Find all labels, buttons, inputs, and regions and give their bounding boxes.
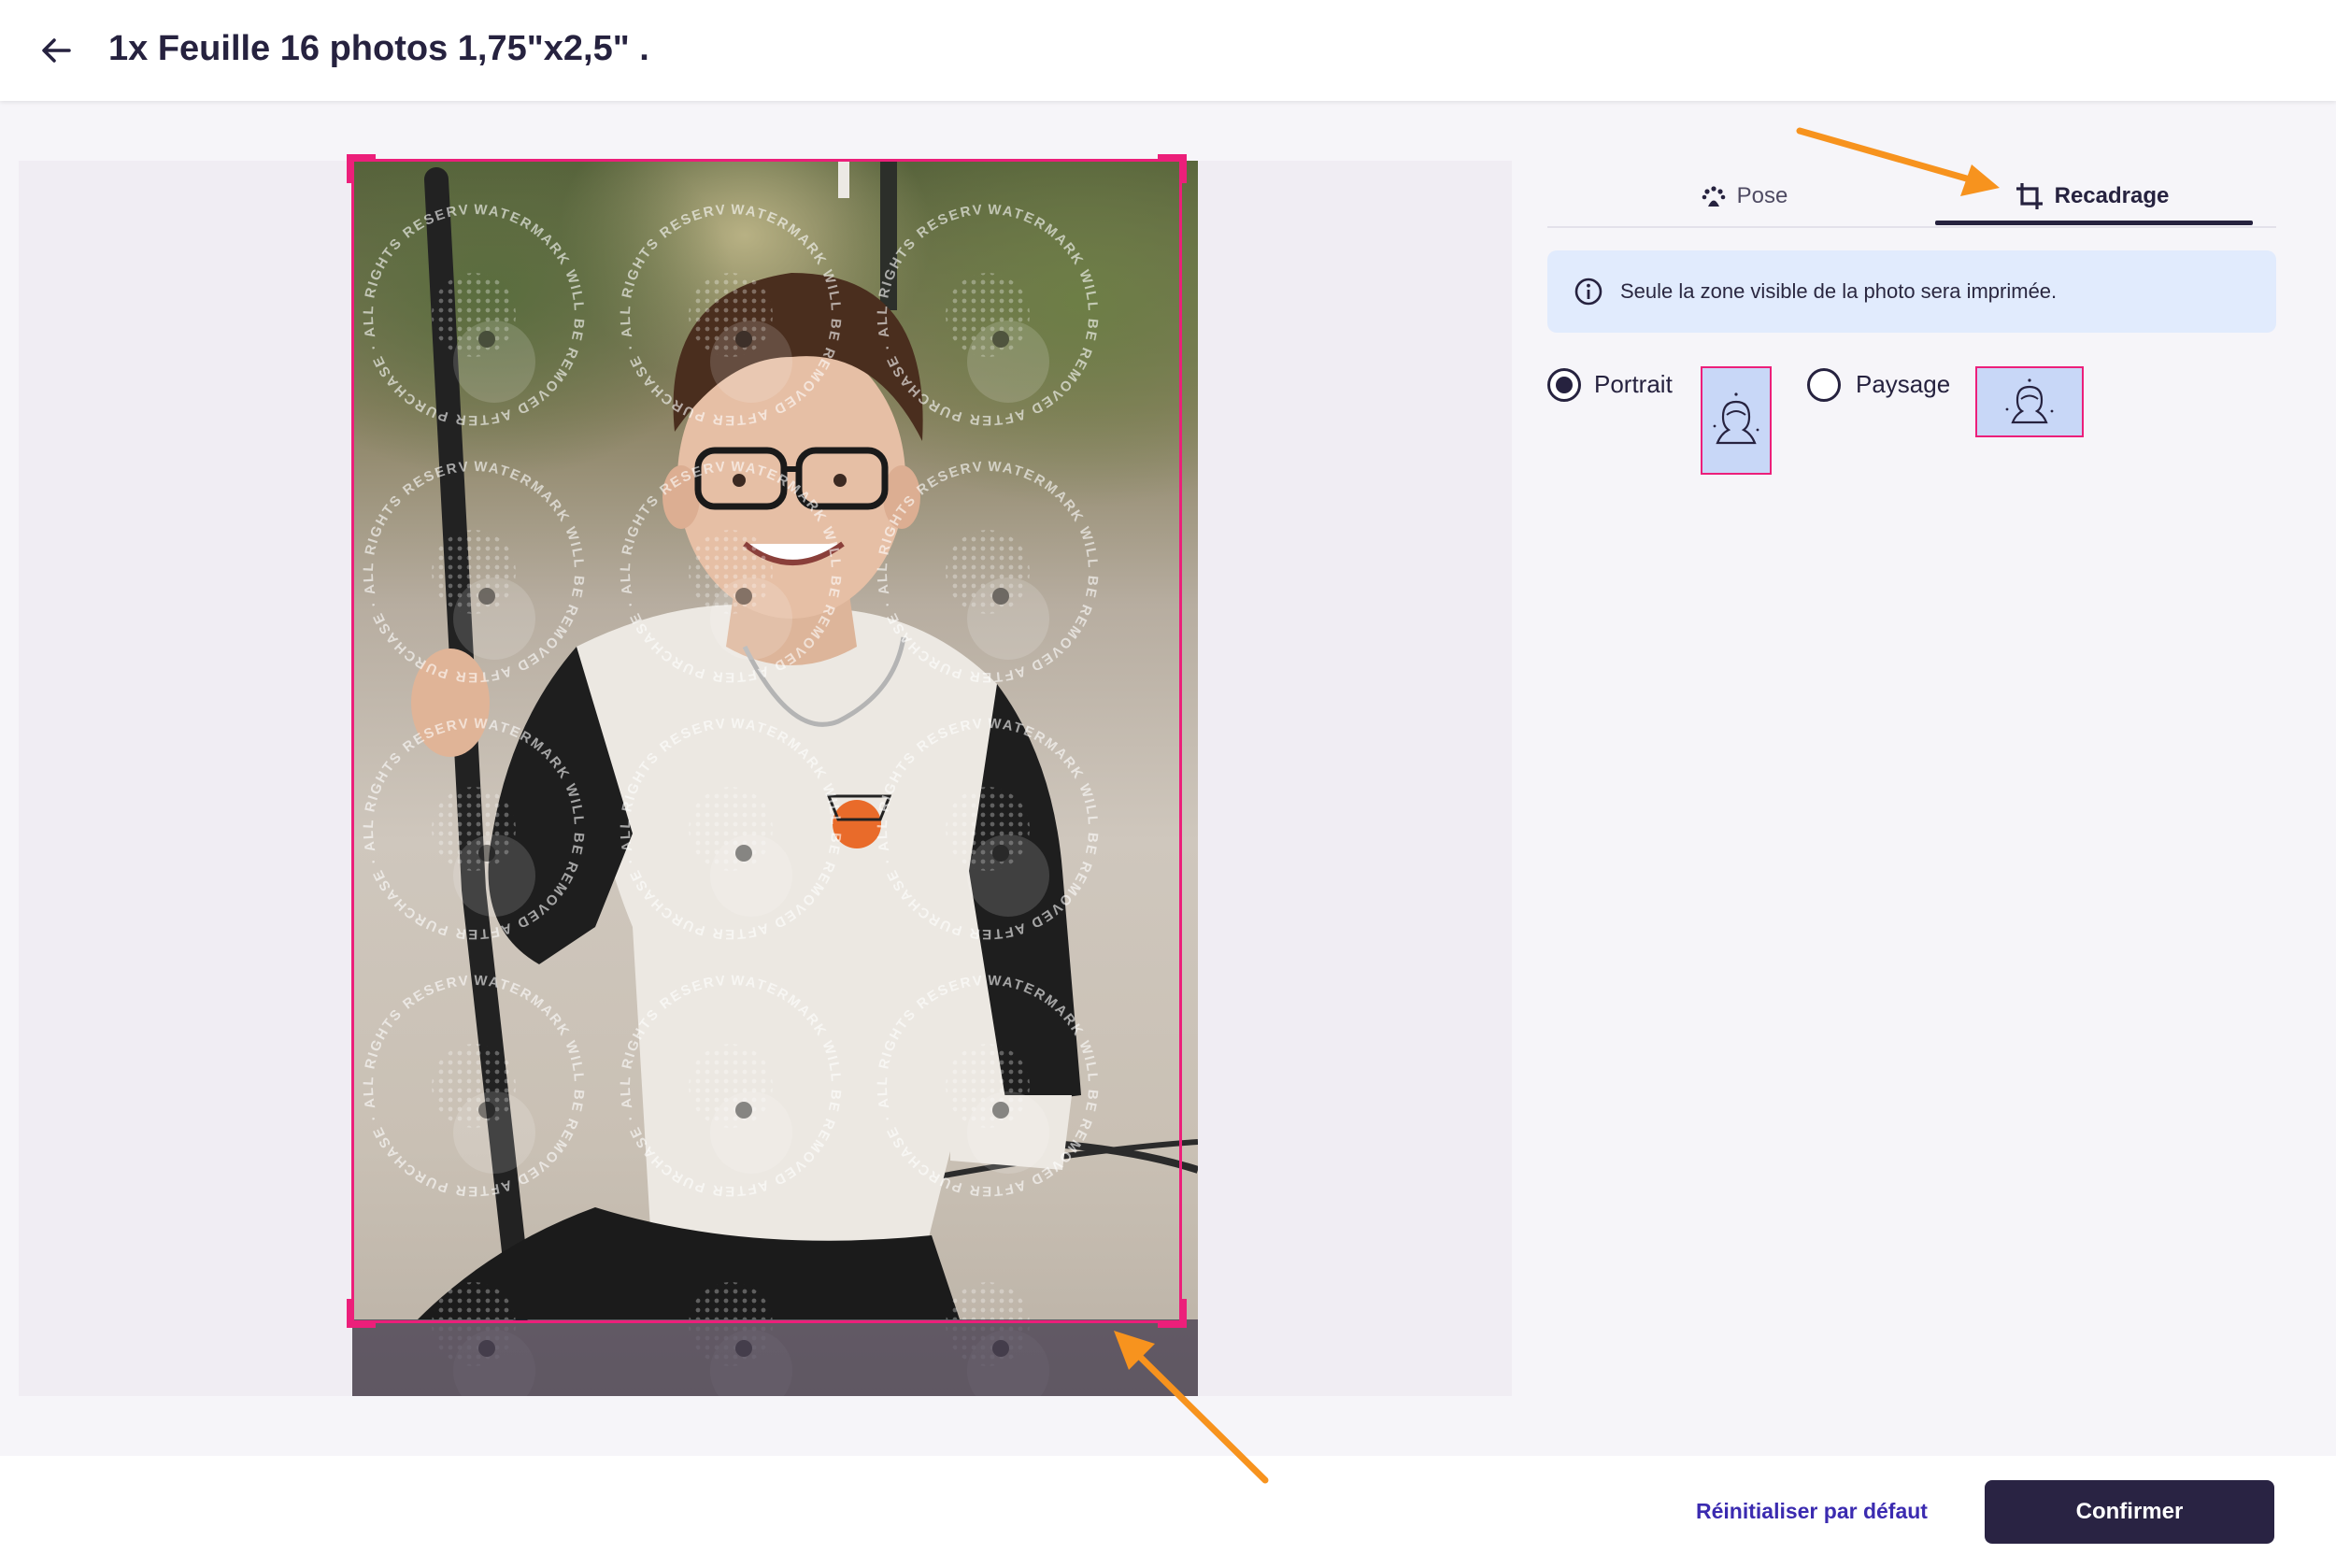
photo-editor-canvas: WATERMARK WILL BE REMOVED AFTER PURCHASE… [19, 154, 1512, 1396]
portrait-thumbnail[interactable] [1701, 366, 1772, 475]
crop-icon [2016, 183, 2043, 209]
portrait-label[interactable]: Portrait [1594, 370, 1673, 399]
footer-bar: Réinitialiser par défaut Confirmer [0, 1456, 2336, 1568]
info-icon [1574, 278, 1602, 306]
crop-handle-top-left[interactable] [347, 154, 376, 183]
info-text: Seule la zone visible de la photo sera i… [1620, 279, 2058, 303]
paysage-label[interactable]: Paysage [1856, 370, 1950, 399]
top-bar: 1x Feuille 16 photos 1,75"x2,5" . [0, 0, 2336, 101]
orientation-selector: Portrait Paysage [1547, 364, 2276, 486]
back-button[interactable] [32, 26, 80, 75]
arrow-left-icon [42, 38, 71, 63]
paysage-thumbnail[interactable] [1975, 366, 2084, 437]
pose-icon [1702, 186, 1725, 207]
tab-recadrage[interactable]: Recadrage [1932, 168, 2250, 224]
crop-handle-top-right[interactable] [1158, 154, 1187, 183]
crop-frame[interactable] [347, 154, 1187, 1328]
info-banner: Seule la zone visible de la photo sera i… [1547, 250, 2276, 333]
editor-tabs: Pose Recadrage [1547, 140, 2276, 228]
tab-pose-label: Pose [1736, 183, 1788, 208]
crop-handle-bottom-left[interactable] [347, 1299, 376, 1328]
cropped-out-area [352, 1319, 1198, 1396]
crop-handle-bottom-right[interactable] [1158, 1299, 1187, 1328]
portrait-face-icon [1713, 392, 1759, 445]
confirm-button[interactable]: Confirmer [1985, 1480, 2274, 1544]
paysage-radio[interactable] [1807, 368, 1841, 402]
active-tab-indicator [1935, 221, 2253, 225]
landscape-face-icon [2005, 378, 2054, 424]
page-title: 1x Feuille 16 photos 1,75"x2,5" . [108, 29, 649, 68]
reset-default-link[interactable]: Réinitialiser par défaut [1696, 1499, 1928, 1524]
tab-pose[interactable]: Pose [1603, 168, 1884, 224]
portrait-radio[interactable] [1547, 368, 1581, 402]
tab-recadrage-label: Recadrage [2054, 183, 2170, 208]
